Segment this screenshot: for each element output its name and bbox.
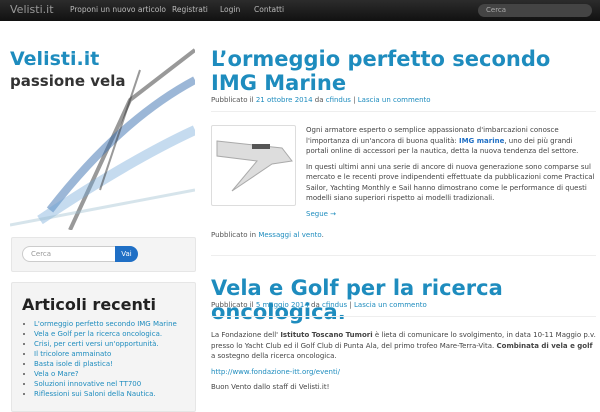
recent-post-link[interactable]: Vela o Mare? (34, 370, 79, 378)
post-excerpt: Ogni armatore esperto o semplice appassi… (306, 125, 596, 219)
recent-post-link[interactable]: Crisi, per certi versi un'opportunità. (34, 340, 159, 348)
meta-separator: | (350, 96, 358, 104)
recent-post-link[interactable]: Riflessioni sui Saloni della Nautica. (34, 390, 156, 398)
recent-post-link[interactable]: Vela e Golf per la ricerca oncologica. (34, 330, 162, 338)
external-link[interactable]: http://www.fondazione-itt.org/eventi/ (211, 368, 340, 376)
divider (211, 255, 596, 256)
brand-link[interactable]: Velisti.it (10, 3, 54, 16)
recent-post-link[interactable]: L'ormeggio perfetto secondo IMG Marine (34, 320, 177, 328)
comment-link[interactable]: Lascia un commento (354, 301, 427, 309)
post-meta: Pubblicato il 21 ottobre 2014 da cfindus… (211, 96, 431, 104)
post-date-link[interactable]: 21 ottobre 2014 (256, 96, 313, 104)
post-category: Pubblicato in Messaggi al vento. (211, 231, 324, 239)
recent-posts-widget: Articoli recenti L'ormeggio perfetto sec… (11, 282, 196, 412)
nav-contatti[interactable]: Contatti (254, 5, 284, 14)
read-more-link[interactable]: Segue → (306, 210, 336, 218)
author-link[interactable]: cfindus (326, 96, 351, 104)
author-link[interactable]: cfindus (322, 301, 347, 309)
sidebar-search-button[interactable]: Vai (115, 246, 138, 262)
meta-label: Pubblicato il (211, 96, 256, 104)
top-search-input[interactable]: Cerca (478, 4, 592, 17)
paragraph: In questi ultimi anni una serie di ancor… (306, 162, 595, 203)
closing-text: Buon Vento dallo staff di Velisti.it! (211, 383, 330, 391)
meta-label: da (312, 96, 326, 104)
category-link[interactable]: Messaggi al vento (258, 231, 321, 239)
recent-post-link[interactable]: Il tricolore ammainato (34, 350, 111, 358)
post-content: La Fondazione dell' Istituto Toscano Tum… (211, 330, 596, 398)
meta-label: Pubblicato in (211, 231, 259, 239)
recent-posts-title: Articoli recenti (22, 295, 157, 314)
text: a sostegno della ricerca oncologica. (211, 352, 337, 360)
nav-proponi[interactable]: Proponi un nuovo articolo (70, 5, 166, 14)
post-title[interactable]: L’ormeggio perfetto secondo IMG Marine (211, 47, 596, 95)
top-navbar: Velisti.it Proponi un nuovo articolo Reg… (0, 0, 600, 21)
meta-label: . (321, 231, 324, 239)
divider (211, 111, 596, 112)
img-marine-link[interactable]: IMG marine (459, 137, 504, 145)
text: La Fondazione dell' (211, 331, 281, 339)
post-date-link[interactable]: 5 maggio 2014 (256, 301, 309, 309)
recent-post-link[interactable]: Soluzioni innovative nel TT700 (34, 380, 141, 388)
post-meta: Pubblicato il 5 maggio 2014 da cfindus |… (211, 301, 427, 309)
recent-post-link[interactable]: Basta isole di plastica! (34, 360, 113, 368)
post-thumbnail-anchor[interactable] (211, 125, 296, 206)
nav-login[interactable]: Login (220, 5, 240, 14)
site-title[interactable]: Velisti.it (10, 48, 99, 70)
meta-label: Pubblicato il (211, 301, 256, 309)
nav-registrati[interactable]: Registrati (172, 5, 208, 14)
comment-link[interactable]: Lascia un commento (358, 96, 431, 104)
site-tagline: passione vela (10, 72, 126, 90)
divider (211, 316, 596, 317)
sidebar-search-widget: Cerca Vai (11, 237, 196, 272)
bold-text: Istituto Toscano Tumori (280, 331, 373, 339)
meta-label: da (308, 301, 322, 309)
bold-text: Combinata di vela e golf (496, 341, 593, 350)
sidebar-search-input[interactable]: Cerca (22, 246, 116, 262)
meta-separator: | (347, 301, 355, 309)
